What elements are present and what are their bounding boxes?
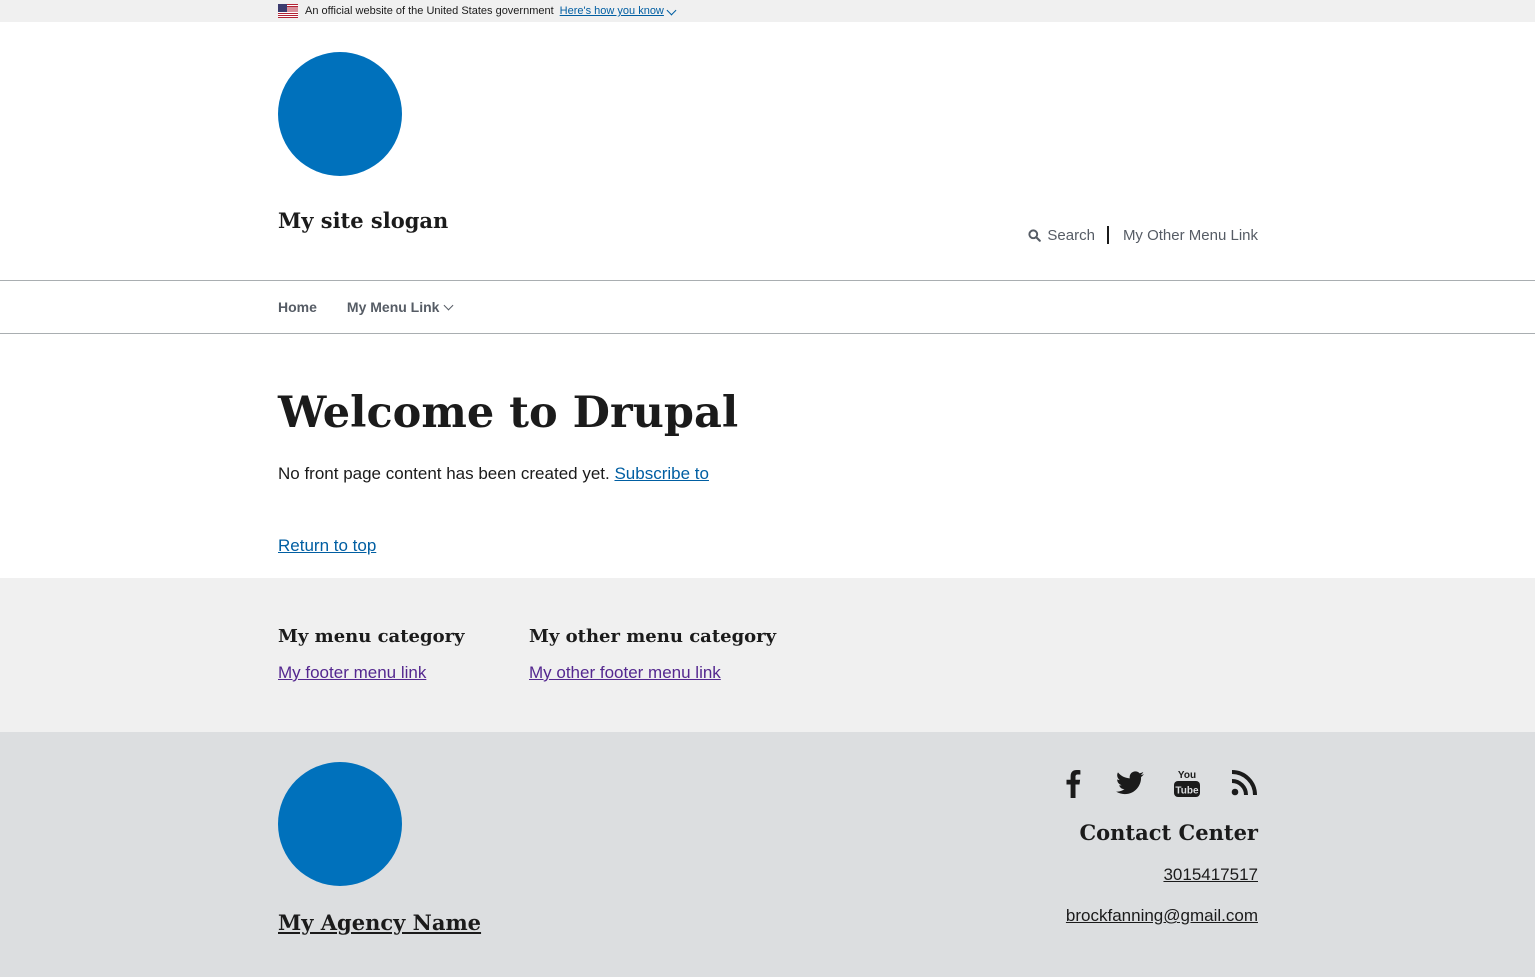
- gov-banner-text: An official website of the United States…: [305, 5, 554, 17]
- twitter-icon[interactable]: [1116, 768, 1144, 798]
- header-divider: [0, 280, 1535, 281]
- footer-menu-link[interactable]: My other footer menu link: [529, 663, 776, 683]
- subscribe-link[interactable]: Subscribe to: [614, 464, 709, 483]
- gov-banner: An official website of the United States…: [0, 0, 1535, 22]
- social-links: You Tube: [1030, 768, 1258, 798]
- agency-name-link[interactable]: My Agency Name: [278, 910, 481, 935]
- svg-text:Tube: Tube: [1175, 786, 1199, 797]
- body-text: No front page content has been created y…: [278, 464, 709, 484]
- site-slogan: My site slogan: [278, 208, 449, 233]
- search-icon: [1028, 228, 1042, 242]
- main-nav: Home My Menu Link: [278, 299, 482, 315]
- footer-column: My menu category My footer menu link: [278, 626, 465, 683]
- youtube-icon[interactable]: You Tube: [1173, 768, 1201, 798]
- footer-menu: My menu category My footer menu link My …: [0, 578, 1535, 732]
- nav-item-label: My Menu Link: [346, 299, 440, 315]
- footer-column-heading: My other menu category: [529, 626, 777, 647]
- agency-logo[interactable]: [278, 762, 402, 886]
- chevron-down-icon: [666, 5, 677, 16]
- site-logo[interactable]: [278, 52, 402, 176]
- return-to-top-link[interactable]: Return to top: [278, 536, 376, 556]
- heres-how-you-know-label: Here's how you know: [559, 5, 664, 17]
- search-button[interactable]: Search: [1028, 227, 1095, 244]
- contact-center-heading: Contact Center: [1079, 820, 1258, 845]
- footer-menu-link[interactable]: My footer menu link: [278, 663, 465, 683]
- nav-divider: [1106, 226, 1109, 244]
- footer-column-heading: My menu category: [278, 626, 465, 647]
- other-menu-link[interactable]: My Other Menu Link: [1123, 227, 1258, 244]
- footer-column: My other menu category My other footer m…: [529, 626, 776, 683]
- facebook-icon[interactable]: [1059, 768, 1087, 798]
- body-text-content: No front page content has been created y…: [278, 464, 610, 483]
- nav-item-home[interactable]: Home: [278, 299, 317, 315]
- svg-text:You: You: [1178, 770, 1196, 781]
- rss-icon[interactable]: [1230, 768, 1258, 798]
- contact-phone-link[interactable]: 3015417517: [1163, 865, 1258, 885]
- chevron-down-icon: [444, 300, 454, 310]
- nav-item-my-menu-link[interactable]: My Menu Link: [346, 299, 454, 315]
- heres-how-you-know-link[interactable]: Here's how you know: [559, 5, 677, 17]
- search-label: Search: [1047, 226, 1095, 244]
- footer-secondary: My Agency Name You Tube Contact Center 3…: [0, 732, 1535, 977]
- page-title: Welcome to Drupal: [278, 388, 739, 438]
- contact-email-link[interactable]: brockfanning@gmail.com: [1066, 906, 1258, 926]
- us-flag-icon: [278, 4, 298, 18]
- secondary-nav: Search My Other Menu Link: [1028, 226, 1258, 244]
- nav-divider-bottom: [0, 333, 1535, 334]
